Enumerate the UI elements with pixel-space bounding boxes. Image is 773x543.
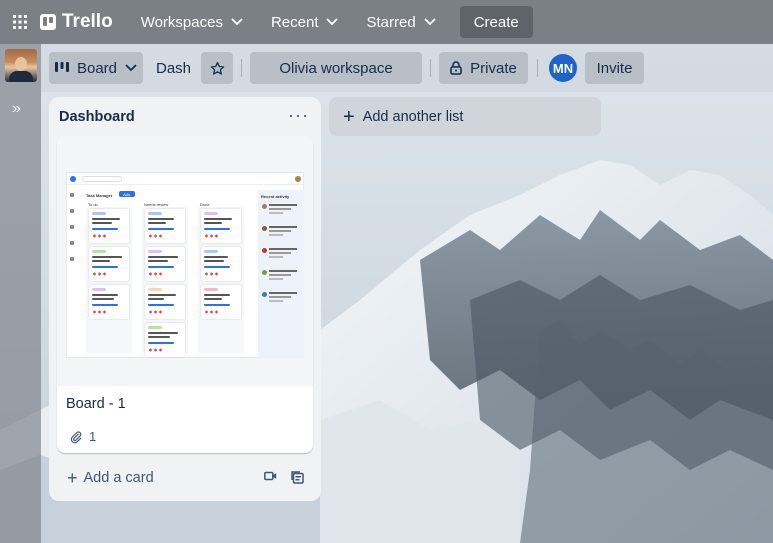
lock-icon: [450, 61, 462, 75]
workspace-visibility-button[interactable]: Olivia workspace: [250, 52, 422, 84]
mini-column: [86, 207, 132, 353]
app-switcher-icon[interactable]: [0, 0, 40, 44]
card-board-1[interactable]: Task Manager Add To do Needs review Done: [57, 136, 313, 453]
chevron-down-icon: [231, 18, 243, 26]
card-cover-image: Task Manager Add To do Needs review Done: [57, 136, 313, 386]
board-view-switcher[interactable]: Board: [49, 52, 143, 84]
starred-menu[interactable]: Starred: [352, 6, 449, 38]
list-dashboard: Dashboard ··· Task Manager Add To do Nee…: [49, 97, 321, 501]
mini-column: [198, 207, 244, 353]
mini-app-title: Task Manager: [86, 193, 113, 198]
list-title[interactable]: Dashboard: [59, 109, 135, 125]
workspace-avatar[interactable]: [5, 49, 37, 82]
left-rail: [0, 44, 41, 543]
top-nav: Trello Workspaces Recent Starred Create: [0, 0, 773, 44]
plus-icon: +: [67, 468, 78, 488]
star-board-button[interactable]: [201, 52, 233, 84]
star-icon: [210, 61, 224, 75]
trello-logo-icon: [40, 14, 56, 30]
chevron-down-icon: [125, 64, 137, 72]
starred-label: Starred: [366, 13, 416, 31]
card-title: Board - 1: [66, 396, 126, 412]
workspaces-label: Workspaces: [140, 13, 223, 31]
mini-column: [142, 207, 188, 357]
recent-menu[interactable]: Recent: [257, 6, 353, 38]
add-card-label: Add a card: [83, 470, 154, 486]
workspace-label: Olivia workspace: [279, 59, 393, 77]
app-logo-icon: [70, 176, 76, 182]
list-menu-button[interactable]: ···: [288, 105, 309, 126]
card-template-icon[interactable]: [291, 471, 304, 484]
add-list-label: Add another list: [362, 108, 464, 125]
member-avatar[interactable]: MN: [549, 54, 577, 82]
brand-name: Trello: [62, 11, 113, 32]
create-button[interactable]: Create: [459, 6, 533, 38]
privacy-button[interactable]: Private: [439, 52, 528, 84]
chevron-down-icon: [424, 18, 436, 26]
add-list-button[interactable]: + Add another list: [329, 97, 601, 136]
expand-sidebar-icon[interactable]: »: [12, 100, 21, 118]
invite-button[interactable]: Invite: [585, 52, 644, 84]
mini-activity-title: Recent activity: [261, 194, 290, 199]
video-record-icon[interactable]: [264, 471, 277, 481]
board-name[interactable]: Dash: [156, 52, 191, 84]
mini-search-input: [82, 176, 122, 182]
recent-label: Recent: [270, 13, 319, 31]
cover-screenshot: Task Manager Add To do Needs review Done: [66, 172, 305, 358]
board-view-icon: [54, 62, 69, 72]
board-view-label: Board: [76, 59, 118, 77]
attachment-badge: 1: [69, 429, 96, 444]
mini-avatar: [295, 176, 301, 182]
privacy-label: Private: [470, 59, 517, 77]
chevron-down-icon: [326, 18, 339, 26]
plus-icon: +: [343, 105, 355, 128]
divider: [430, 59, 431, 77]
attachment-count: 1: [89, 429, 97, 444]
mini-add-button: Add: [119, 191, 135, 197]
add-card-button[interactable]: + Add a card: [67, 469, 154, 487]
divider: [537, 59, 538, 77]
trello-logo[interactable]: Trello: [40, 11, 113, 33]
invite-label: Invite: [596, 59, 633, 77]
mini-activity-sidebar: Recent activity: [258, 190, 304, 358]
workspaces-menu[interactable]: Workspaces: [127, 6, 257, 38]
divider: [241, 59, 242, 77]
paperclip-icon: [70, 430, 82, 443]
